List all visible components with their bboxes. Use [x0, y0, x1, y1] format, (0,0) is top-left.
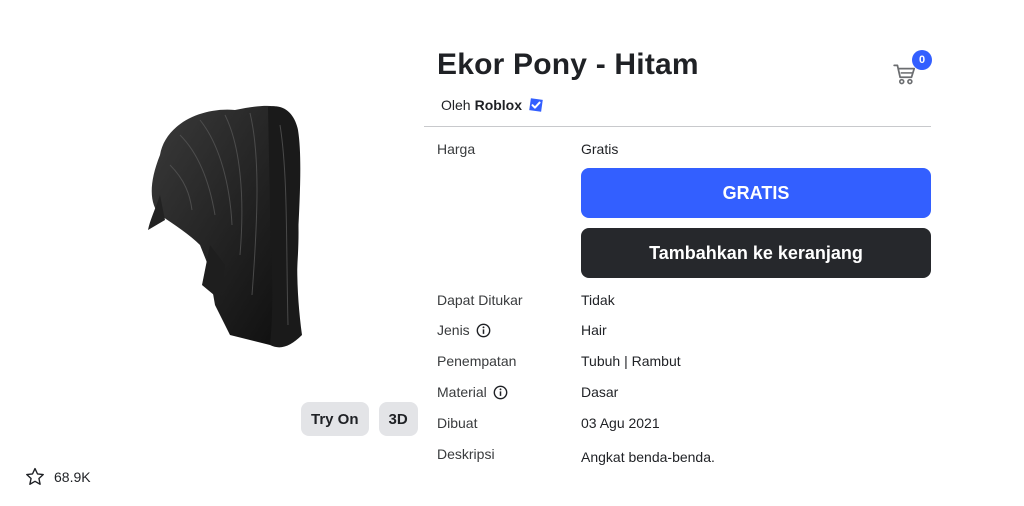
item-details-page: Try On 3D 68.9K Ekor Pony - Hitam Oleh R… — [0, 0, 1024, 506]
type-value: Hair — [581, 322, 607, 338]
material-label-row: Material — [437, 384, 508, 400]
creator-link[interactable]: Roblox — [475, 97, 522, 113]
star-icon[interactable] — [24, 466, 46, 488]
created-label: Dibuat — [437, 415, 478, 431]
material-label: Material — [437, 384, 487, 400]
verified-badge-icon — [529, 98, 543, 112]
created-value: 03 Agu 2021 — [581, 415, 660, 431]
cart-count-badge: 0 — [912, 50, 932, 70]
add-to-cart-button[interactable]: Tambahkan ke keranjang — [581, 228, 931, 278]
item-thumbnail — [120, 95, 330, 365]
item-title: Ekor Pony - Hitam — [437, 48, 699, 81]
by-prefix: Oleh — [441, 97, 471, 113]
description-label: Deskripsi — [437, 446, 495, 462]
info-icon[interactable] — [476, 323, 491, 338]
price-value: Gratis — [581, 141, 619, 157]
price-label: Harga — [437, 141, 476, 157]
favorite-count: 68.9K — [54, 469, 91, 485]
hair-ponytail-image — [148, 105, 302, 348]
creator-byline: Oleh Roblox — [441, 97, 544, 113]
get-free-button[interactable]: GRATIS — [581, 168, 931, 218]
header-divider — [424, 126, 931, 127]
thumbnail-actions: Try On 3D — [301, 402, 418, 436]
tradable-label: Dapat Ditukar — [437, 292, 523, 308]
info-icon[interactable] — [493, 385, 508, 400]
tradable-value: Tidak — [581, 292, 615, 308]
material-value: Dasar — [581, 384, 619, 400]
placement-value: Tubuh | Rambut — [581, 353, 681, 369]
3d-view-button[interactable]: 3D — [378, 402, 418, 436]
try-on-button[interactable]: Try On — [301, 402, 369, 436]
type-label: Jenis — [437, 322, 470, 338]
type-label-row: Jenis — [437, 322, 491, 338]
placement-label: Penempatan — [437, 353, 517, 369]
favorite-control[interactable]: 68.9K — [24, 466, 91, 488]
cart-button[interactable]: 0 — [890, 50, 932, 86]
description-value: Angkat benda-benda. — [581, 449, 715, 465]
